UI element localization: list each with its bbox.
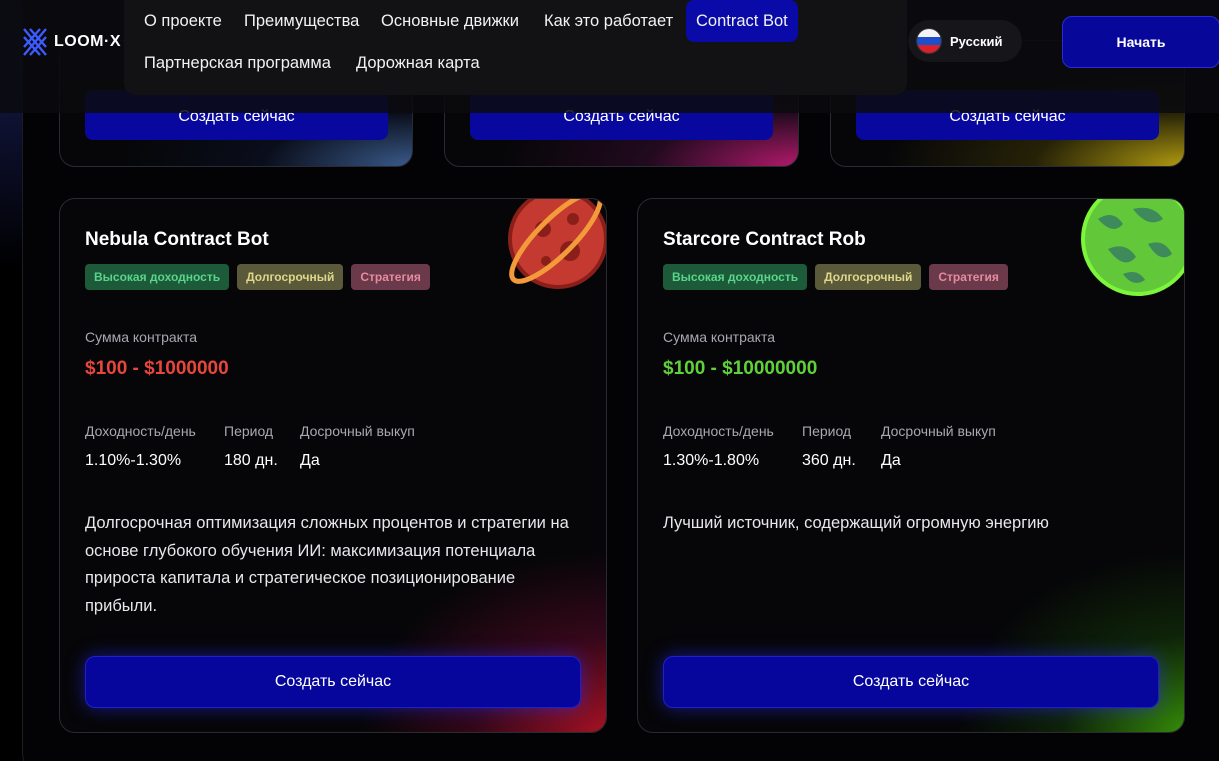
period-label: Период [802,423,852,439]
tag-strategy: Стратегия [351,264,430,290]
amount-label: Сумма контракта [85,329,197,345]
nav-item-engines[interactable]: Основные движки [381,12,519,31]
tag-long-term: Долгосрочный [237,264,344,290]
yield-value: 1.30%-1.80% [663,452,760,469]
logo-x-icon [23,28,47,56]
russia-flag-icon [916,28,942,54]
nav-item-contract-bot[interactable]: Contract Bot [686,0,798,42]
green-planet-icon [1081,199,1184,296]
amount-value: $100 - $1000000 [85,358,229,379]
period-value: 180 дн. [224,452,278,469]
amount-label: Сумма контракта [663,329,775,345]
buyout-value: Да [300,452,320,469]
main-nav: О проекте Преимущества Основные движки К… [124,0,907,95]
card-title: Nebula Contract Bot [85,229,269,250]
tag-strategy: Стратегия [929,264,1008,290]
tag-high-yield: Высокая доходность [85,264,230,290]
amount-value: $100 - $10000000 [663,358,818,379]
nav-item-how-it-works[interactable]: Как это работает [544,12,673,31]
period-label: Период [224,423,274,439]
buyout-value: Да [881,452,901,469]
nav-item-about[interactable]: О проекте [144,12,222,31]
card-description: Лучший источник, содержащий огромную эне… [663,514,1049,532]
language-label: Русский [950,33,1003,49]
buyout-label: Досрочный выкуп [300,423,415,439]
tag-long-term: Долгосрочный [815,264,922,290]
buyout-label: Досрочный выкуп [881,423,996,439]
nav-item-roadmap[interactable]: Дорожная карта [356,54,480,73]
card-title: Starcore Contract Rob [663,229,866,250]
tag-list: Высокая доходность Долгосрочный Стратеги… [85,264,430,290]
contract-card-starcore: Starcore Contract Rob Высокая доходность… [637,198,1185,733]
tag-list: Высокая доходность Долгосрочный Стратеги… [663,264,1008,290]
contract-card-nebula: Nebula Contract Bot Высокая доходность Д… [59,198,607,733]
nav-item-advantages[interactable]: Преимущества [244,12,359,31]
create-now-button[interactable]: Создать сейчас [663,656,1159,708]
yield-value: 1.10%-1.30% [85,452,182,469]
tag-high-yield: Высокая доходность [663,264,808,290]
red-ringed-planet-icon [508,199,606,289]
yield-label: Доходность/день [663,423,774,439]
logo[interactable]: LOOM·X [22,27,121,57]
period-value: 360 дн. [802,452,856,469]
start-button[interactable]: Начать [1062,16,1219,68]
language-selector[interactable]: Русский [908,20,1022,62]
yield-label: Доходность/день [85,423,196,439]
nav-item-partner[interactable]: Партнерская программа [144,54,331,73]
create-now-button[interactable]: Создать сейчас [85,656,581,708]
logo-text: LOOM·X [54,33,121,50]
card-description: Долгосрочная оптимизация сложных процент… [85,514,569,615]
site-header: LOOM·X О проекте Преимущества Основные д… [0,0,1219,113]
